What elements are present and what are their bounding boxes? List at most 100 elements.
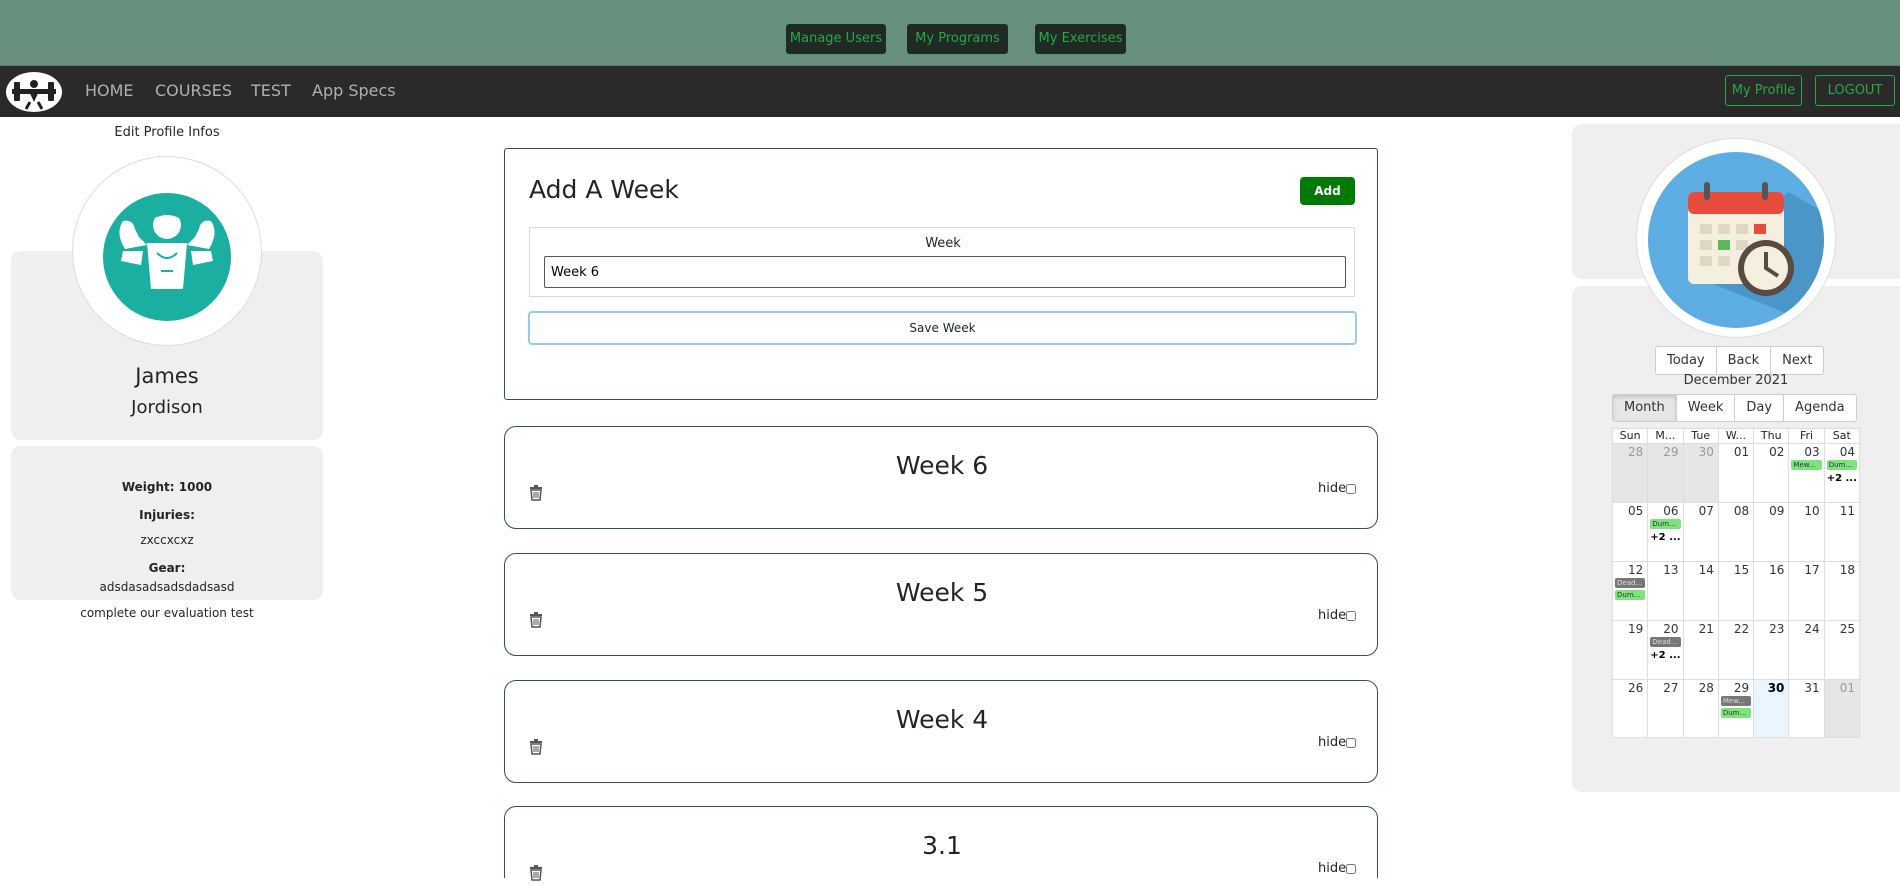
calendar-date-number[interactable]: 26	[1628, 681, 1643, 695]
calendar-date-number[interactable]: 30	[1699, 445, 1714, 459]
trash-icon[interactable]	[529, 865, 543, 881]
calendar-date-number[interactable]: 18	[1840, 563, 1855, 577]
calendar-day-cell[interactable]: 30	[1683, 444, 1719, 502]
calendar-month-view-button[interactable]: Month	[1613, 395, 1677, 421]
calendar-date-number[interactable]: 15	[1734, 563, 1749, 577]
calendar-date-number[interactable]: 22	[1734, 622, 1749, 636]
calendar-day-cell[interactable]: 18	[1825, 562, 1859, 620]
nav-test-link[interactable]: TEST	[251, 81, 291, 100]
calendar-day-cell[interactable]: 14	[1684, 562, 1719, 620]
calendar-day-cell[interactable]: 28	[1613, 444, 1649, 502]
hide-checkbox[interactable]	[1346, 610, 1357, 621]
calendar-date-number[interactable]: 03	[1804, 445, 1819, 459]
calendar-date-number[interactable]: 19	[1628, 622, 1643, 636]
edit-profile-link[interactable]: Edit Profile Infos	[0, 125, 334, 140]
calendar-event[interactable]: Mew...	[1791, 460, 1822, 470]
save-week-button[interactable]: Save Week	[528, 311, 1357, 345]
trash-icon[interactable]	[529, 612, 543, 628]
calendar-date-number[interactable]: 30	[1768, 681, 1785, 695]
manage-users-button[interactable]: Manage Users	[786, 24, 886, 54]
calendar-date-number[interactable]: 27	[1663, 681, 1678, 695]
calendar-date-number[interactable]: 11	[1840, 504, 1855, 518]
trash-icon[interactable]	[529, 739, 543, 755]
calendar-day-cell[interactable]: 21	[1684, 621, 1719, 679]
calendar-date-number[interactable]: 06	[1663, 504, 1678, 518]
calendar-today-button[interactable]: Today	[1656, 347, 1717, 374]
hide-checkbox[interactable]	[1346, 863, 1357, 874]
calendar-day-cell[interactable]: 08	[1719, 503, 1755, 561]
calendar-date-number[interactable]: 23	[1769, 622, 1784, 636]
week-input[interactable]	[544, 256, 1346, 288]
calendar-day-cell[interactable]: 12 Dead... Dum...	[1613, 562, 1649, 620]
calendar-day-cell[interactable]: 01	[1824, 680, 1859, 737]
nav-courses-link[interactable]: COURSES	[155, 81, 232, 100]
calendar-day-cell[interactable]: 27	[1648, 680, 1684, 737]
calendar-date-number[interactable]: 08	[1734, 504, 1749, 518]
calendar-event[interactable]: Mew...	[1720, 696, 1752, 706]
calendar-day-cell[interactable]: 07	[1684, 503, 1719, 561]
calendar-day-cell[interactable]: 31	[1789, 680, 1825, 737]
calendar-more-link[interactable]: +2 ...	[1827, 473, 1857, 484]
calendar-date-number[interactable]: 16	[1769, 563, 1784, 577]
calendar-day-cell[interactable]: 03 Mew...	[1789, 444, 1825, 502]
calendar-day-cell[interactable]: 01	[1719, 444, 1755, 502]
calendar-day-cell[interactable]: 19	[1613, 621, 1649, 679]
calendar-date-number[interactable]: 01	[1734, 445, 1749, 459]
calendar-week-view-button[interactable]: Week	[1677, 395, 1736, 421]
hide-checkbox[interactable]	[1346, 737, 1357, 748]
calendar-date-number[interactable]: 02	[1769, 445, 1784, 459]
calendar-day-cell[interactable]: 23	[1754, 621, 1790, 679]
add-button[interactable]: Add	[1300, 177, 1355, 205]
calendar-event[interactable]: Dead...	[1650, 637, 1681, 647]
calendar-more-link[interactable]: +2 ...	[1650, 650, 1680, 661]
calendar-next-button[interactable]: Next	[1771, 347, 1823, 374]
calendar-event[interactable]: Dum...	[1826, 460, 1857, 470]
calendar-date-number[interactable]: 31	[1804, 681, 1819, 695]
calendar-date-number[interactable]: 10	[1804, 504, 1819, 518]
calendar-day-cell[interactable]: 05	[1613, 503, 1649, 561]
calendar-day-cell[interactable]: 06 Dum... +2 ...	[1648, 503, 1684, 561]
calendar-more-link[interactable]: +2 ...	[1650, 532, 1680, 543]
nav-home-link[interactable]: HOME	[85, 81, 134, 100]
my-profile-button[interactable]: My Profile	[1725, 75, 1802, 106]
calendar-day-cell[interactable]: 17	[1789, 562, 1825, 620]
calendar-day-cell[interactable]: 20 Dead... +2 ...	[1648, 621, 1684, 679]
calendar-event[interactable]: Dum...	[1615, 590, 1646, 600]
calendar-day-cell[interactable]: 16	[1754, 562, 1790, 620]
calendar-date-number[interactable]: 25	[1840, 622, 1855, 636]
calendar-day-cell[interactable]: 26	[1613, 680, 1649, 737]
calendar-day-cell[interactable]: 10	[1789, 503, 1825, 561]
hide-checkbox[interactable]	[1346, 483, 1357, 494]
calendar-day-cell[interactable]: 04 Dum... +2 ...	[1825, 444, 1859, 502]
calendar-day-view-button[interactable]: Day	[1735, 395, 1785, 421]
calendar-day-cell[interactable]: 25	[1825, 621, 1859, 679]
calendar-date-number[interactable]: 28	[1699, 681, 1714, 695]
calendar-date-number[interactable]: 21	[1699, 622, 1714, 636]
calendar-day-cell[interactable]: 29 Mew... Dum...	[1719, 680, 1755, 737]
my-exercises-button[interactable]: My Exercises	[1035, 24, 1126, 54]
calendar-event[interactable]: Dum...	[1650, 519, 1681, 529]
calendar-date-number[interactable]: 04	[1840, 445, 1855, 459]
calendar-back-button[interactable]: Back	[1717, 347, 1772, 374]
my-programs-button[interactable]: My Programs	[907, 24, 1008, 54]
calendar-day-cell[interactable]: 02	[1754, 444, 1790, 502]
calendar-date-number[interactable]: 01	[1840, 681, 1855, 695]
calendar-date-number[interactable]: 13	[1663, 563, 1678, 577]
barbell-logo-icon[interactable]	[6, 72, 62, 112]
trash-icon[interactable]	[529, 485, 543, 501]
calendar-date-number[interactable]: 12	[1628, 563, 1643, 577]
calendar-date-number[interactable]: 29	[1663, 445, 1678, 459]
nav-app-specs-link[interactable]: App Specs	[312, 81, 396, 100]
calendar-day-cell[interactable]: 09	[1754, 503, 1790, 561]
calendar-day-cell[interactable]: 22	[1719, 621, 1755, 679]
evaluation-test-link[interactable]: complete our evaluation test	[0, 606, 334, 620]
logout-button[interactable]: LOGOUT	[1815, 75, 1895, 106]
calendar-date-number[interactable]: 09	[1769, 504, 1784, 518]
calendar-event[interactable]: Dead...	[1615, 578, 1646, 588]
calendar-date-number[interactable]: 14	[1699, 563, 1714, 577]
calendar-date-number[interactable]: 28	[1628, 445, 1643, 459]
calendar-day-cell[interactable]: 11	[1825, 503, 1859, 561]
calendar-agenda-view-button[interactable]: Agenda	[1784, 395, 1856, 421]
calendar-date-number[interactable]: 17	[1804, 563, 1819, 577]
calendar-date-number[interactable]: 05	[1628, 504, 1643, 518]
